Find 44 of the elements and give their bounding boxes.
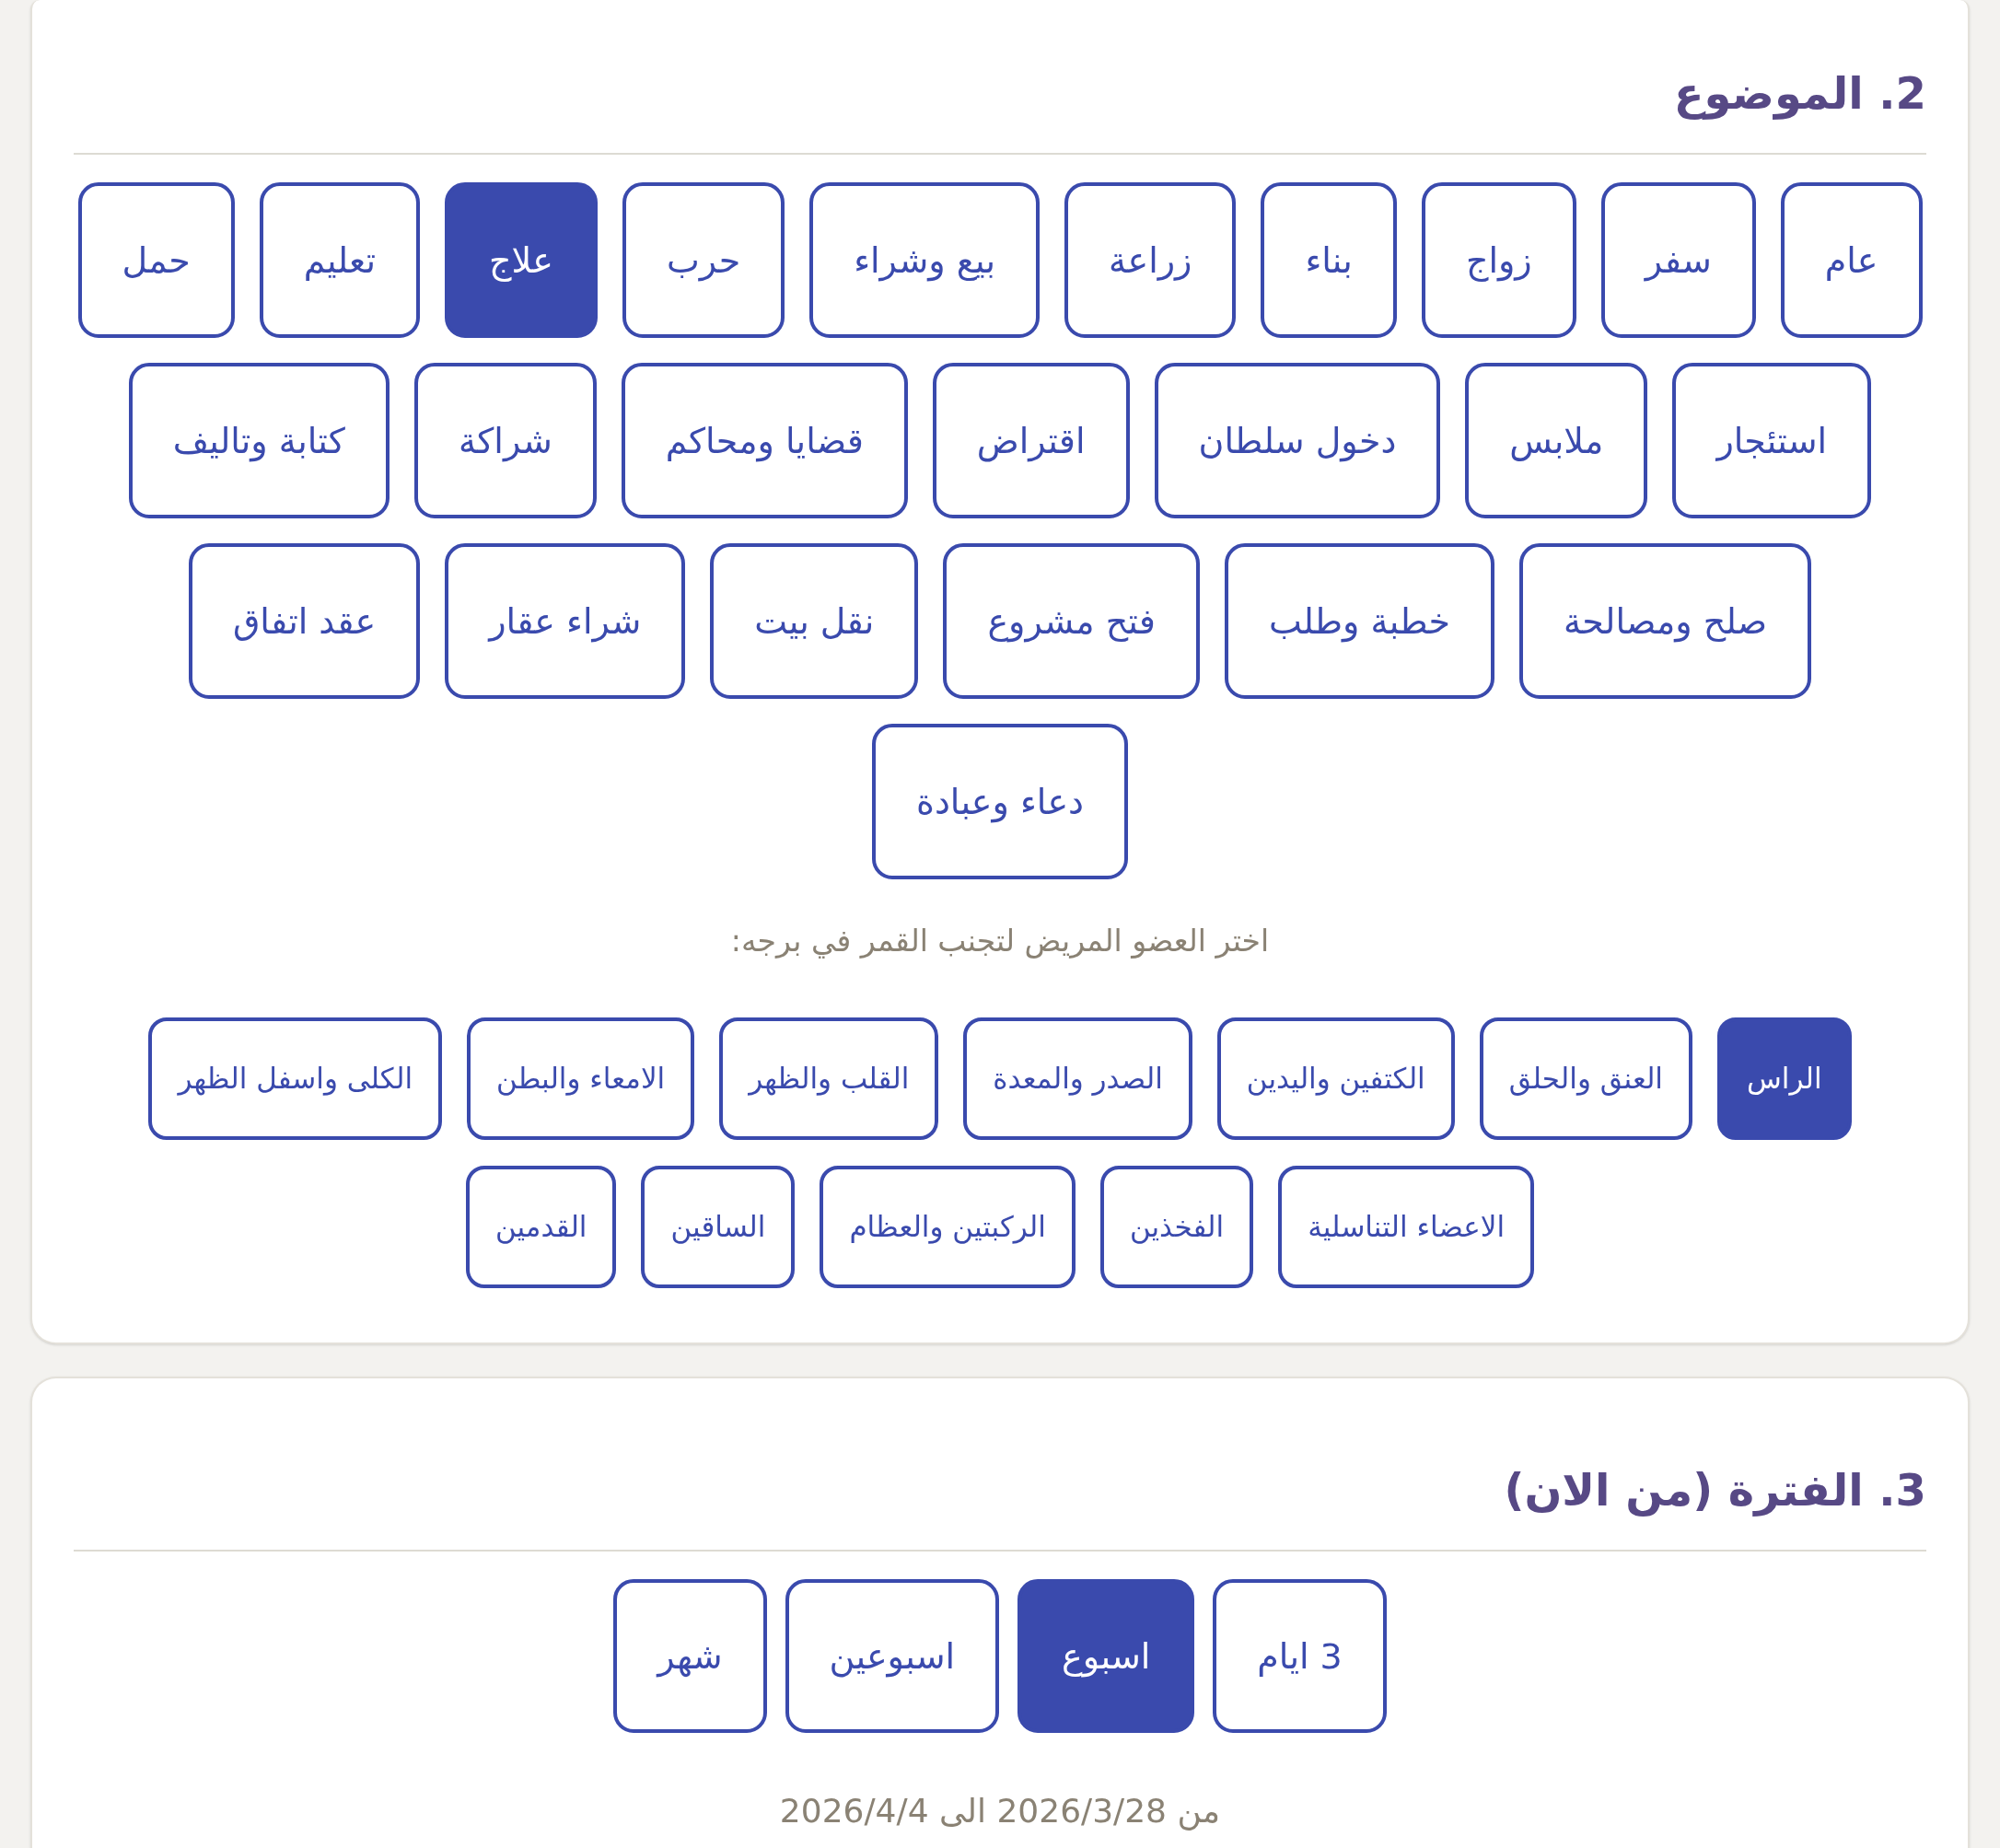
date-range-text: من 2026/3/28 الى 2026/4/4 <box>779 1791 1221 1832</box>
topic-option[interactable]: شراكة <box>413 363 597 518</box>
topic-option[interactable]: تعليم <box>259 182 420 338</box>
body-part-option[interactable]: الامعاء والبطن <box>467 1017 695 1140</box>
body-part-option[interactable]: الراس <box>1716 1017 1852 1140</box>
topic-option[interactable]: فتح مشروع <box>943 543 1200 699</box>
body-part-option[interactable]: الركبتين والعظام <box>820 1166 1076 1288</box>
period-option[interactable]: اسبوعين <box>785 1579 1000 1733</box>
body-part-option[interactable]: الساقين <box>641 1166 796 1288</box>
topic-option[interactable]: دعاء وعبادة <box>872 724 1128 879</box>
topic-option[interactable]: علاج <box>445 182 598 338</box>
body-part-option[interactable]: الكلى واسفل الظهر <box>148 1017 443 1140</box>
section-title: 2. الموضوع <box>1672 66 1926 122</box>
body-part-option[interactable]: الصدر والمعدة <box>963 1017 1192 1140</box>
hint-text: اختر العضو المريض لتجنب القمر في برجه: <box>730 922 1270 960</box>
topic-option[interactable]: سفر <box>1600 182 1756 338</box>
period-option[interactable]: شهر <box>613 1579 767 1733</box>
topic-option[interactable]: نقل بيت <box>710 543 919 699</box>
body-part-option[interactable]: العنق والحلق <box>1479 1017 1692 1140</box>
topic-option[interactable]: اقتراض <box>932 363 1130 518</box>
body-part-option[interactable]: الفخذين <box>1099 1166 1254 1288</box>
topic-option[interactable]: حرب <box>622 182 785 338</box>
topic-option[interactable]: دخول سلطان <box>1154 363 1441 518</box>
topic-option[interactable]: زراعة <box>1064 182 1237 338</box>
topic-option[interactable]: استئجار <box>1672 363 1872 518</box>
topic-option[interactable]: بناء <box>1261 182 1397 338</box>
topic-option[interactable]: شراء عقار <box>445 543 686 699</box>
body-part-option[interactable]: القلب والظهر <box>719 1017 939 1140</box>
topic-option[interactable]: كتابة وتاليف <box>128 363 390 518</box>
topic-option[interactable]: قضايا ومحاكم <box>621 363 908 518</box>
topic-option[interactable]: زواج <box>1421 182 1576 338</box>
section-title: 3. الفترة (من الان) <box>1503 1463 1926 1518</box>
topic-option[interactable]: بيع وشراء <box>809 182 1041 338</box>
period-option[interactable]: اسبوع <box>1017 1579 1195 1733</box>
topic-option[interactable]: عام <box>1780 182 1923 338</box>
body-part-option[interactable]: الاعضاء التناسلية <box>1278 1166 1535 1288</box>
body-part-option[interactable]: القدمين <box>465 1166 617 1288</box>
topic-option[interactable]: حمل <box>77 182 235 338</box>
topic-option[interactable]: عقد اتفاق <box>188 543 421 699</box>
topic-option[interactable]: ملابس <box>1465 363 1648 518</box>
body-part-option[interactable]: الكتفين واليدين <box>1216 1017 1455 1140</box>
topic-option[interactable]: صلح ومصالحة <box>1518 543 1812 699</box>
period-option[interactable]: 3 ايام <box>1213 1579 1387 1733</box>
topic-option[interactable]: خطبة وطلب <box>1224 543 1494 699</box>
